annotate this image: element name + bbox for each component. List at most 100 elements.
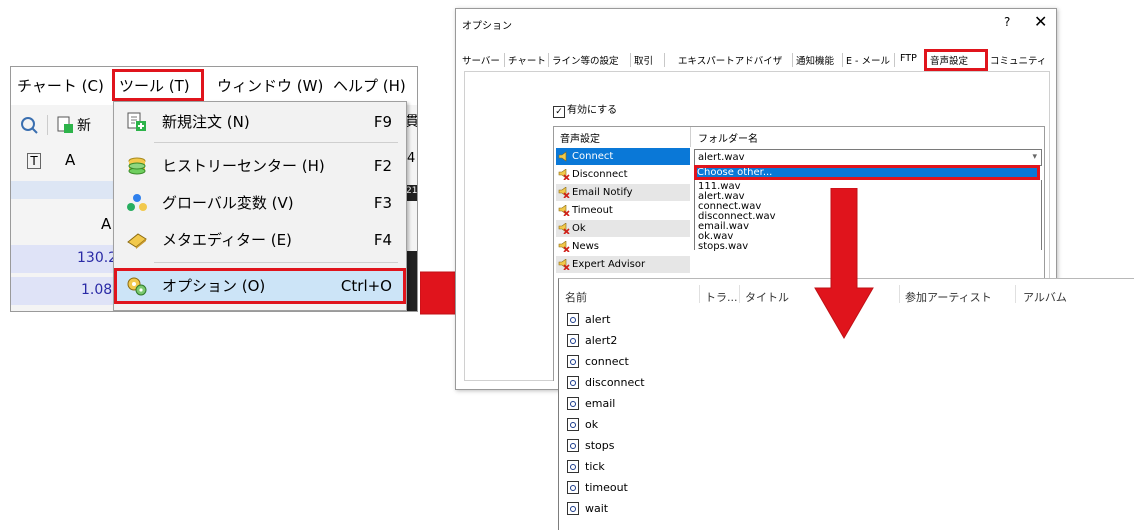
global-variables-icon — [127, 194, 147, 211]
quote-value: 130.2 — [77, 250, 118, 266]
options-highlight-box — [114, 268, 406, 304]
menu-help[interactable]: ヘルプ (H) — [333, 67, 406, 105]
menu-separator — [154, 262, 398, 263]
speaker-icon — [558, 151, 567, 162]
audio-file-icon — [567, 439, 579, 452]
tab-bar: サーバー チャート ライン等の設定 取引 エキスパートアドバイザ 通知機能 E … — [456, 49, 1056, 71]
audio-file-icon — [567, 334, 579, 347]
toolbar-row-2: T A — [11, 145, 119, 179]
speaker-muted-icon — [558, 169, 570, 180]
audio-file-icon — [567, 397, 579, 410]
audio-file-icon — [567, 376, 579, 389]
tab-notifications[interactable]: 通知機能 — [796, 53, 834, 67]
choose-other-option[interactable]: Choose other... — [694, 165, 1040, 180]
menu-chart[interactable]: チャート (C) — [17, 67, 104, 105]
menu-item-new-order[interactable]: 新規注文 (N) F9 — [114, 104, 406, 140]
file-name: timeout — [585, 481, 628, 494]
column-header-album[interactable]: アルバム — [1023, 289, 1067, 305]
file-name: email — [585, 397, 616, 410]
column-divider — [899, 285, 900, 303]
column-header-name[interactable]: 名前 — [565, 289, 587, 305]
column-header-sound: 音声設定 — [560, 134, 600, 145]
event-row-timeout[interactable]: Timeout — [556, 202, 690, 219]
audio-file-icon — [567, 481, 579, 494]
enable-checkbox[interactable]: ✓ 有効にする — [553, 101, 617, 118]
tab-email[interactable]: E - メール — [846, 53, 890, 67]
column-header-artist[interactable]: 参加アーティスト — [905, 289, 992, 305]
audio-file-icon — [567, 355, 579, 368]
event-label: News — [572, 241, 600, 252]
new-order-toolbar-icon[interactable] — [55, 115, 75, 135]
menu-item-shortcut: F2 — [373, 157, 392, 175]
close-button[interactable]: ✕ — [1034, 12, 1047, 31]
menu-item-shortcut: F3 — [373, 194, 392, 212]
choose-other-highlight-box — [694, 165, 1040, 180]
tab-expert-advisors[interactable]: エキスパートアドバイザ — [678, 53, 782, 67]
event-row-news[interactable]: News — [556, 238, 690, 255]
new-order-icon — [127, 112, 146, 131]
edge-value: 21 — [406, 186, 418, 196]
toolbar-text-partial: 新 — [77, 118, 91, 134]
menu-item-label: メタエディター (E) — [162, 231, 292, 249]
zoom-icon[interactable] — [19, 115, 39, 135]
event-row-email-notify[interactable]: Email Notify — [556, 184, 690, 201]
arrow-down-icon — [814, 188, 874, 339]
speaker-muted-icon — [558, 223, 570, 234]
column-header-track[interactable]: トラ... — [705, 289, 738, 305]
background-workspace: 新 T A A 130.2 1.088 — [11, 105, 121, 311]
event-label: Ok — [572, 223, 586, 234]
file-name: connect — [585, 355, 629, 368]
file-name: disconnect — [585, 376, 645, 389]
help-button[interactable]: ? — [1004, 15, 1010, 29]
tab-chart[interactable]: チャート — [508, 53, 546, 67]
event-row-ok[interactable]: Ok — [556, 220, 690, 237]
tab-trade[interactable]: 取引 — [634, 53, 653, 67]
text-tool-icon[interactable]: T — [27, 153, 41, 169]
tab-divider — [630, 53, 631, 67]
menu-window[interactable]: ウィンドウ (W) — [217, 67, 323, 105]
menu-item-shortcut: F4 — [373, 231, 392, 249]
menu-item-label: 新規注文 (N) — [162, 113, 250, 131]
sound-file-combobox[interactable]: alert.wav ▾ — [694, 149, 1042, 166]
column-header-folder: フォルダー名 — [698, 134, 758, 145]
checkbox-checked-icon[interactable]: ✓ — [553, 106, 565, 118]
chevron-down-icon[interactable]: ▾ — [1032, 150, 1037, 165]
audio-file-icon — [567, 418, 579, 431]
event-row-expert-advisor[interactable]: Expert Advisor — [556, 256, 690, 273]
column-divider — [739, 285, 740, 303]
tab-community[interactable]: コミュニティ — [990, 53, 1046, 67]
combobox-value: alert.wav — [698, 152, 745, 163]
event-label: Timeout — [572, 205, 613, 216]
tab-server[interactable]: サーバー — [462, 53, 500, 67]
event-label: Expert Advisor — [572, 259, 646, 270]
column-divider — [690, 127, 691, 147]
speaker-muted-icon — [558, 241, 570, 252]
menu-separator — [154, 142, 398, 143]
metaeditor-icon — [127, 233, 147, 249]
file-name: ok — [585, 418, 599, 431]
tab-sound[interactable]: 音声設定 — [930, 53, 968, 67]
menu-item-metaeditor[interactable]: メタエディター (E) F4 — [114, 222, 406, 258]
speaker-muted-icon — [558, 205, 570, 216]
audio-file-icon — [567, 313, 579, 326]
menu-item-history-center[interactable]: ヒストリーセンター (H) F2 — [114, 148, 406, 184]
tab-ftp[interactable]: FTP — [900, 53, 917, 64]
audio-file-icon — [567, 502, 579, 515]
file-name: alert2 — [585, 334, 618, 347]
file-option[interactable]: stops.wav — [698, 242, 748, 252]
toolbar-4: 4 — [407, 151, 416, 166]
quote-row-1: 130.2 — [11, 245, 119, 273]
file-name: stops — [585, 439, 615, 452]
event-row-disconnect[interactable]: Disconnect — [556, 166, 690, 183]
quote-row-2: 1.088 — [11, 277, 121, 305]
tab-line-settings[interactable]: ライン等の設定 — [552, 53, 619, 67]
event-row-connect[interactable]: Connect — [556, 148, 690, 165]
menu-item-options[interactable]: オプション (O) Ctrl+O — [114, 268, 406, 304]
column-header-title[interactable]: タイトル — [745, 289, 789, 305]
menu-item-global-variables[interactable]: グローバル変数 (V) F3 — [114, 185, 406, 221]
toolbar-a[interactable]: A — [65, 151, 75, 169]
dialog-title: オプション — [462, 21, 512, 32]
column-divider — [699, 285, 700, 303]
tab-divider — [842, 53, 843, 67]
toolbar-row: 新 — [11, 109, 119, 141]
